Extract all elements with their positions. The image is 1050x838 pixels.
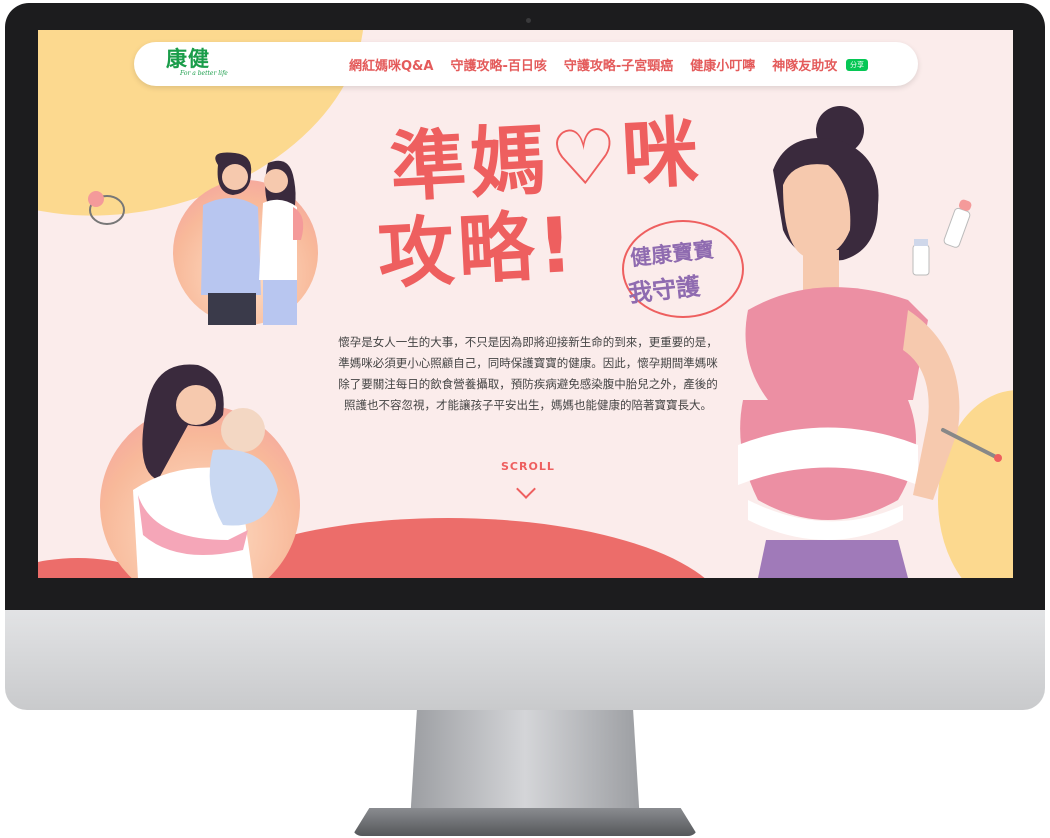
nav-menu: 網紅媽咪Q&A 守護攻略-百日咳 守護攻略-子宮頸癌 健康小叮嚀 神隊友助攻 [349, 42, 854, 86]
monitor-chin [5, 610, 1045, 710]
hero-title-line1: 準媽♡咪 [387, 106, 705, 213]
pacifier-icon [88, 191, 125, 225]
chevron-down-icon[interactable] [516, 479, 536, 499]
mother-baby-illustration [133, 364, 278, 578]
medicine-bottle-icon [912, 239, 930, 276]
camera-dot [526, 18, 531, 23]
nav-item-pertussis[interactable]: 守護攻略-百日咳 [450, 55, 546, 74]
monitor-stand-neck [410, 710, 640, 822]
monitor-stand-foot [352, 808, 698, 836]
thermometer-icon [941, 428, 1002, 462]
nav-item-cervical-cancer[interactable]: 守護攻略-子宮頸癌 [564, 55, 673, 74]
nav-item-health-tips[interactable]: 健康小叮嚀 [690, 55, 755, 74]
website-screen: 康健 For a better life 網紅媽咪Q&A 守護攻略-百日咳 守護… [38, 30, 1013, 578]
brand-logo[interactable]: 康健 For a better life [166, 48, 246, 80]
nav-item-teammate[interactable]: 神隊友助攻 [772, 55, 837, 74]
logo-text: 康健 [166, 46, 210, 71]
logo-tagline: For a better life [180, 70, 228, 77]
couple-illustration [201, 152, 304, 325]
hero-description: 懷孕是女人一生的大事，不只是因為即將迎接新生命的到來，更重要的是，準媽咪必須更小… [338, 335, 718, 412]
nav-item-influencer-qa[interactable]: 網紅媽咪Q&A [349, 55, 433, 74]
hero-title-line2: 攻略! [375, 199, 579, 300]
line-share-button[interactable]: 分享 [846, 59, 868, 71]
scroll-label[interactable]: SCROLL [501, 460, 555, 473]
pregnant-woman-illustration [738, 106, 960, 578]
baby-bottle-icon [943, 199, 972, 248]
top-navigation: 康健 For a better life 網紅媽咪Q&A 守護攻略-百日咳 守護… [134, 42, 918, 86]
